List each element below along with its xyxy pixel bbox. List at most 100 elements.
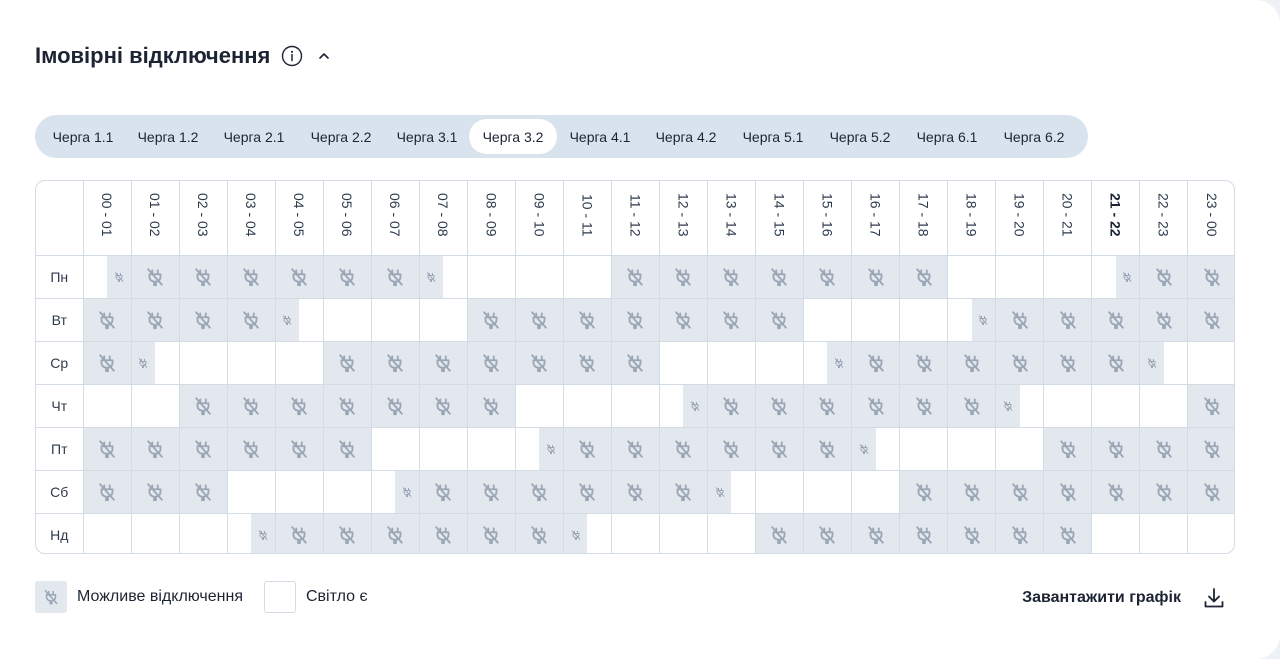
outage-fill	[419, 513, 467, 553]
tab-queue[interactable]: Черга 1.1	[41, 119, 125, 154]
outage-fill	[83, 341, 131, 384]
download-schedule-button[interactable]: Завантажити графік	[1022, 584, 1225, 612]
tab-queue[interactable]: Черга 3.1	[385, 119, 469, 154]
hour-header: 02 - 03	[178, 181, 228, 256]
outage-fill	[996, 341, 1044, 384]
day-row: Пн	[36, 254, 1234, 299]
power-off-icon	[258, 529, 268, 540]
power-off-icon	[435, 396, 452, 415]
outage-fill	[275, 298, 300, 341]
outage-fill	[323, 427, 371, 470]
power-off-icon	[387, 525, 404, 544]
slot-outage	[754, 426, 804, 471]
hour-header: 04 - 05	[274, 181, 324, 256]
outage-fill	[1188, 427, 1234, 470]
slot-outage	[226, 383, 276, 428]
slot-outage	[82, 297, 132, 342]
outage-fill	[371, 341, 419, 384]
slot-power-on	[130, 512, 180, 553]
outage-fill	[611, 298, 659, 341]
power-off-icon	[690, 400, 700, 411]
power-off-icon	[243, 267, 260, 286]
power-off-icon	[98, 353, 116, 372]
day-label: Нд	[36, 512, 84, 553]
power-off-icon	[963, 482, 980, 501]
slot-power-on	[1091, 383, 1141, 428]
slot-outage	[899, 469, 949, 514]
power-off-icon	[723, 310, 740, 329]
slot-power-on	[370, 426, 420, 471]
power-off-icon	[531, 482, 548, 501]
outage-fill	[563, 427, 611, 470]
outage-fill	[1092, 341, 1140, 384]
slot-outage	[322, 383, 372, 428]
outage-fill	[803, 427, 851, 470]
power-off-icon	[579, 310, 596, 329]
outage-fill	[467, 341, 515, 384]
tab-queue[interactable]: Черга 5.2	[817, 119, 903, 154]
hour-header: 08 - 09	[466, 181, 516, 256]
tab-queue[interactable]: Черга 4.1	[557, 119, 643, 154]
hour-header: 06 - 07	[370, 181, 420, 256]
hour-label: 16 - 17	[867, 193, 884, 238]
slot-outage	[995, 512, 1045, 553]
outage-fill	[971, 298, 996, 341]
power-off-icon	[1204, 482, 1221, 501]
hour-header: 23 - 00	[1187, 181, 1234, 256]
slot-outage	[610, 340, 660, 385]
power-off-icon	[98, 310, 116, 329]
outage-fill	[996, 470, 1044, 513]
slot-power-on	[514, 383, 564, 428]
tab-queue[interactable]: Черга 4.2	[643, 119, 729, 154]
slot-outage	[1091, 297, 1141, 342]
power-off-icon	[867, 267, 884, 286]
power-off-icon	[339, 396, 356, 415]
info-icon[interactable]	[281, 45, 303, 67]
slot-outage	[947, 512, 997, 553]
power-off-icon	[819, 267, 836, 286]
slot-outage	[1139, 426, 1189, 471]
slot-outage	[1043, 426, 1093, 471]
outage-fill	[1044, 470, 1092, 513]
hour-label: 18 - 19	[963, 193, 980, 238]
tab-queue[interactable]: Черга 2.1	[211, 119, 297, 154]
power-off-icon	[579, 353, 596, 372]
chevron-up-icon[interactable]	[317, 49, 331, 63]
power-off-icon	[1107, 353, 1124, 372]
slot-power-on	[754, 340, 804, 385]
hour-label: 21 - 22	[1107, 193, 1124, 238]
slot-outage	[370, 512, 420, 553]
tab-queue[interactable]: Черга 2.2	[297, 119, 385, 154]
power-off-icon	[915, 396, 932, 415]
outage-fill	[107, 255, 131, 298]
outage-fill	[755, 384, 803, 427]
slot-power-on	[322, 469, 372, 514]
tab-queue[interactable]: Черга 5.1	[729, 119, 817, 154]
tab-queue[interactable]: Черга 6.1	[903, 119, 991, 154]
outage-fill	[131, 298, 179, 341]
outage-fill	[1092, 298, 1140, 341]
slot-power-on	[899, 426, 949, 471]
outage-fill	[131, 470, 179, 513]
power-off-icon	[771, 267, 788, 286]
hour-header: 09 - 10	[514, 181, 564, 256]
slot-outage	[178, 469, 228, 514]
outage-fill	[323, 384, 371, 427]
outage-fill	[419, 384, 467, 427]
slot-outage	[514, 426, 564, 471]
outage-schedule-card: Імовірні відключення Черга 1.1 Черга 1.2 Ч…	[0, 0, 1280, 659]
tab-queue[interactable]: Черга 3.2	[469, 119, 557, 154]
tab-queue[interactable]: Черга 1.2	[125, 119, 211, 154]
outage-fill	[1092, 427, 1140, 470]
power-off-icon	[195, 396, 212, 415]
outage-fill	[323, 341, 371, 384]
slot-outage	[1187, 383, 1234, 428]
outage-fill	[1140, 470, 1188, 513]
power-off-icon	[867, 353, 884, 372]
power-off-icon	[1155, 310, 1172, 329]
day-row: Вт	[36, 297, 1234, 342]
hour-label: 15 - 16	[819, 193, 836, 238]
hour-label: 03 - 04	[243, 193, 260, 238]
power-off-icon	[1059, 310, 1076, 329]
tab-queue[interactable]: Черга 6.2	[991, 119, 1077, 154]
